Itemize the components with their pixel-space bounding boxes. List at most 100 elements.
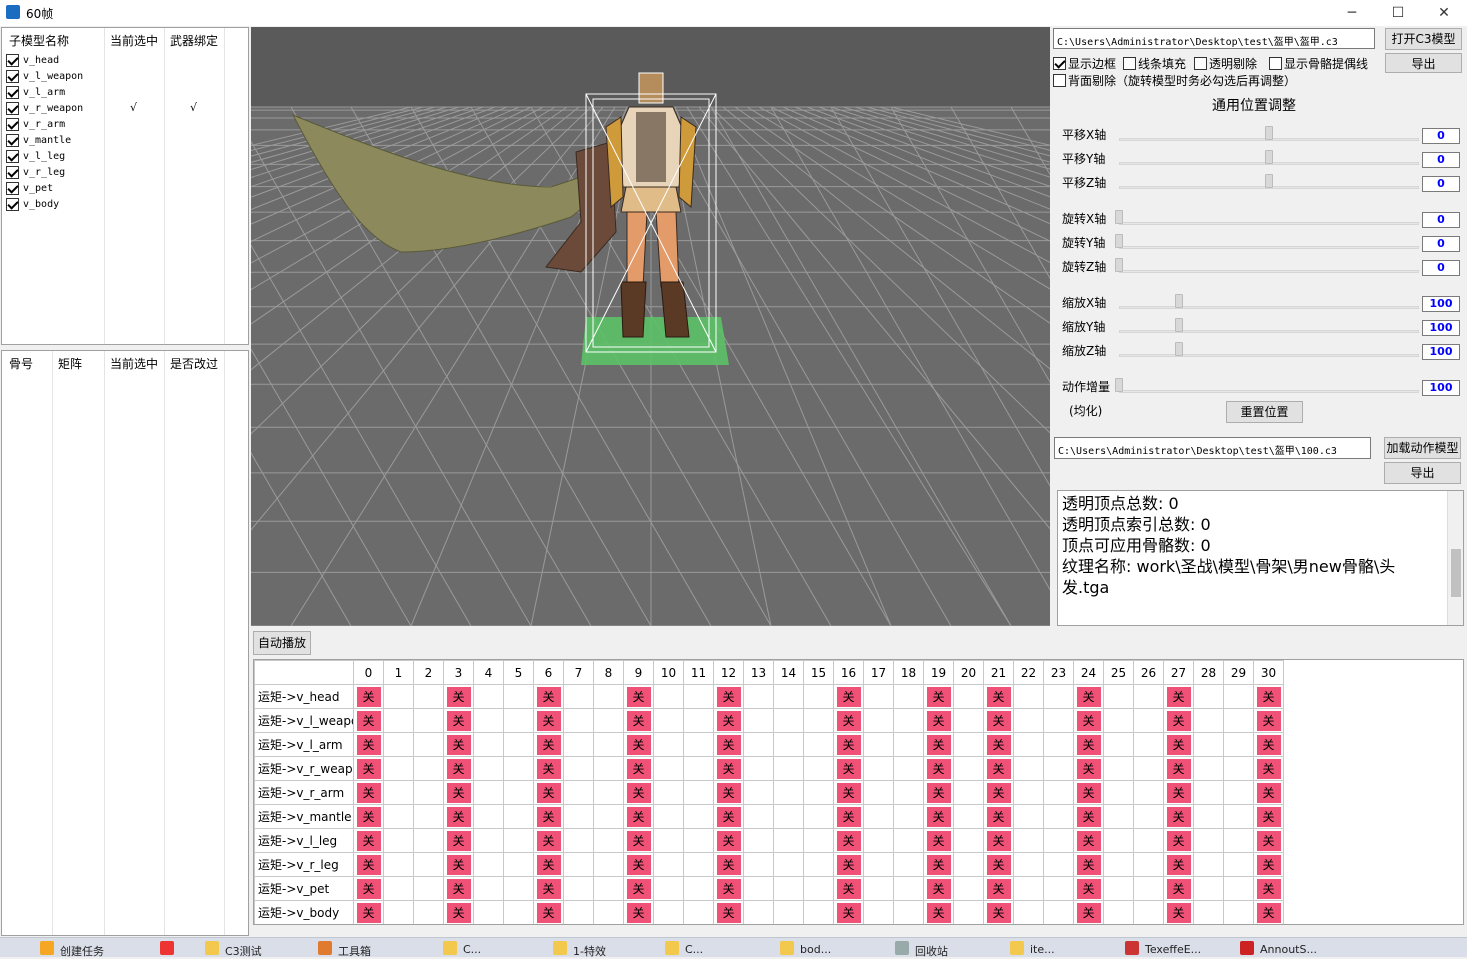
frame-cell[interactable]	[1013, 780, 1044, 805]
frame-cell[interactable]	[653, 852, 684, 877]
frame-cell[interactable]: 关	[923, 756, 954, 781]
frame-cell[interactable]	[1133, 756, 1164, 781]
key-frame-off[interactable]: 关	[926, 686, 951, 707]
key-frame-off[interactable]: 关	[536, 758, 561, 779]
key-frame-off[interactable]: 关	[1076, 782, 1101, 803]
submodel-visible-check[interactable]	[6, 197, 19, 211]
slider-value-field[interactable]: 0	[1422, 152, 1460, 168]
frame-header[interactable]: 20	[953, 660, 984, 685]
frame-cell[interactable]	[803, 756, 834, 781]
frame-cell[interactable]: 关	[353, 684, 384, 709]
frame-cell[interactable]: 关	[983, 732, 1014, 757]
frame-cell[interactable]: 关	[353, 780, 384, 805]
key-frame-off[interactable]: 关	[446, 710, 471, 731]
key-frame-off[interactable]: 关	[986, 902, 1011, 923]
bone-header-modified[interactable]: 是否改过	[165, 351, 218, 373]
frame-cell[interactable]	[503, 876, 534, 901]
frame-cell[interactable]	[1133, 828, 1164, 853]
frame-cell[interactable]	[383, 756, 414, 781]
key-frame-off[interactable]: 关	[446, 806, 471, 827]
frame-cell[interactable]	[413, 780, 444, 805]
frame-header[interactable]: 24	[1073, 660, 1104, 685]
bone-header-matrix[interactable]: 矩阵	[53, 351, 82, 373]
submodel-visible-check[interactable]	[6, 53, 19, 67]
frame-cell[interactable]	[803, 876, 834, 901]
frame-cell[interactable]	[1013, 900, 1044, 924]
frame-cell[interactable]	[1133, 732, 1164, 757]
frame-cell[interactable]: 关	[713, 684, 744, 709]
frame-cell[interactable]	[893, 852, 924, 877]
frame-cell[interactable]: 关	[623, 900, 654, 924]
frame-cell[interactable]	[1043, 756, 1074, 781]
slider-track[interactable]	[1119, 306, 1419, 309]
key-frame-off[interactable]: 关	[1256, 854, 1281, 875]
frame-cell[interactable]	[773, 852, 804, 877]
key-frame-off[interactable]: 关	[626, 758, 651, 779]
frame-cell[interactable]	[863, 756, 894, 781]
key-frame-off[interactable]: 关	[926, 734, 951, 755]
frame-cell[interactable]: 关	[1163, 756, 1194, 781]
frame-cell[interactable]	[683, 876, 714, 901]
frame-cell[interactable]	[473, 684, 504, 709]
frame-cell[interactable]	[593, 756, 624, 781]
key-frame-off[interactable]: 关	[626, 734, 651, 755]
key-frame-off[interactable]: 关	[446, 782, 471, 803]
frame-header[interactable]: 26	[1133, 660, 1164, 685]
frame-cell[interactable]: 关	[353, 708, 384, 733]
frame-cell[interactable]	[1193, 828, 1224, 853]
frame-cell[interactable]	[1013, 804, 1044, 829]
key-frame-off[interactable]: 关	[716, 782, 741, 803]
frame-cell[interactable]: 关	[623, 828, 654, 853]
grid-row-header[interactable]: 运矩->v_r_arm	[254, 780, 354, 805]
frame-cell[interactable]: 关	[353, 852, 384, 877]
frame-cell[interactable]	[593, 876, 624, 901]
frame-cell[interactable]: 关	[533, 828, 564, 853]
frame-cell[interactable]	[803, 828, 834, 853]
frame-cell[interactable]	[1223, 828, 1254, 853]
frame-cell[interactable]: 关	[833, 708, 864, 733]
slider-thumb[interactable]	[1115, 378, 1123, 392]
frame-header[interactable]: 30	[1253, 660, 1284, 685]
key-frame-off[interactable]: 关	[446, 854, 471, 875]
frame-cell[interactable]: 关	[533, 900, 564, 924]
frame-cell[interactable]	[473, 756, 504, 781]
grid-row-header[interactable]: 运矩->v_l_weapon	[254, 708, 354, 733]
key-frame-off[interactable]: 关	[986, 782, 1011, 803]
frame-cell[interactable]: 关	[443, 684, 474, 709]
key-frame-off[interactable]: 关	[536, 686, 561, 707]
frame-cell[interactable]: 关	[1253, 708, 1284, 733]
slider-value-field[interactable]: 0	[1422, 260, 1460, 276]
taskbar-app-label[interactable]: ite...	[1030, 943, 1055, 956]
taskbar-app-label[interactable]: bod...	[800, 943, 831, 956]
key-frame-off[interactable]: 关	[1256, 782, 1281, 803]
frame-cell[interactable]	[593, 708, 624, 733]
frame-cell[interactable]: 关	[923, 828, 954, 853]
frame-cell[interactable]	[473, 900, 504, 924]
submodel-visible-check[interactable]	[6, 149, 19, 163]
frame-cell[interactable]	[383, 900, 414, 924]
frame-cell[interactable]	[1223, 900, 1254, 924]
frame-cell[interactable]: 关	[923, 732, 954, 757]
show-border-checkbox[interactable]: 显示边框	[1053, 55, 1116, 72]
frame-cell[interactable]	[863, 828, 894, 853]
frame-cell[interactable]: 关	[983, 684, 1014, 709]
frame-cell[interactable]	[503, 708, 534, 733]
frame-cell[interactable]: 关	[353, 756, 384, 781]
frame-header[interactable]: 8	[593, 660, 624, 685]
frame-cell[interactable]	[773, 780, 804, 805]
frame-cell[interactable]: 关	[1163, 780, 1194, 805]
key-frame-off[interactable]: 关	[1256, 902, 1281, 923]
frame-header[interactable]: 27	[1163, 660, 1194, 685]
frame-cell[interactable]	[563, 804, 594, 829]
frame-cell[interactable]	[1013, 828, 1044, 853]
key-frame-off[interactable]: 关	[716, 758, 741, 779]
submodel-visible-check[interactable]	[6, 117, 19, 131]
taskbar-app-label[interactable]: AnnoutS...	[1260, 943, 1317, 956]
frame-header[interactable]: 17	[863, 660, 894, 685]
frame-cell[interactable]	[743, 684, 774, 709]
transparent-cull-checkbox[interactable]: 透明剔除	[1194, 55, 1257, 72]
key-frame-off[interactable]: 关	[356, 758, 381, 779]
bone-header-selected[interactable]: 当前选中	[105, 351, 158, 373]
grid-row-header[interactable]: 运矩->v_mantle	[254, 804, 354, 829]
key-frame-off[interactable]: 关	[626, 902, 651, 923]
